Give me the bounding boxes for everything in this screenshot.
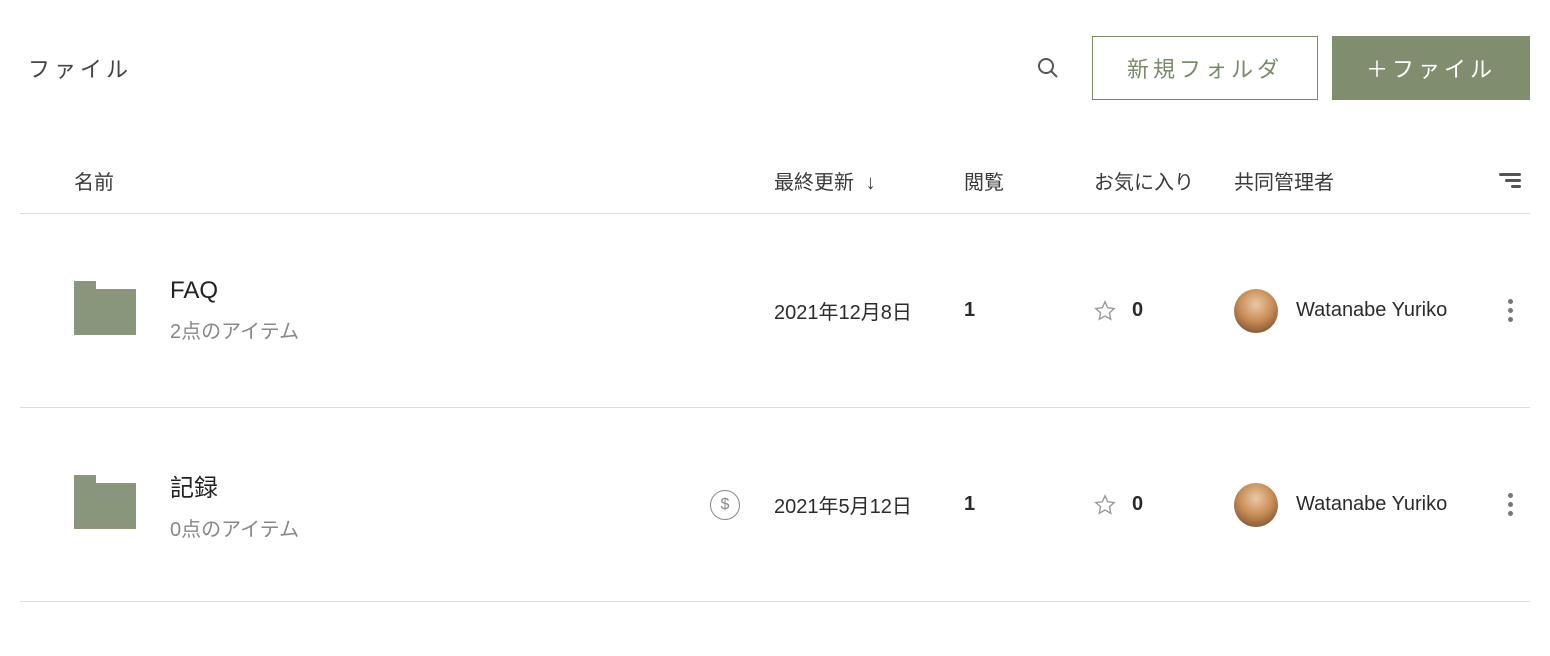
column-header-views[interactable]: 閲覧 — [964, 166, 1094, 195]
page-title: ファイル — [20, 52, 1028, 84]
sort-options-button[interactable] — [1490, 173, 1530, 188]
cell-owner: Watanabe Yuriko — [1234, 483, 1490, 527]
owner-name: Watanabe Yuriko — [1296, 299, 1447, 322]
item-subtitle: 0点のアイテム — [170, 513, 299, 542]
kebab-icon — [1508, 299, 1513, 322]
favorites-count: 0 — [1132, 299, 1143, 322]
column-header-updated[interactable]: 最終更新 ↓ — [774, 166, 964, 195]
sort-icon — [1499, 173, 1521, 188]
cell-owner: Watanabe Yuriko — [1234, 289, 1490, 333]
cell-name: FAQ 2点のアイテム — [74, 277, 774, 344]
search-button[interactable] — [1028, 48, 1068, 88]
table-row[interactable]: FAQ 2点のアイテム 2021年12月8日 1 0 Watanabe Yuri… — [20, 214, 1530, 408]
avatar — [1234, 483, 1278, 527]
kebab-icon — [1508, 493, 1513, 516]
dollar-badge-icon: $ — [710, 490, 740, 520]
favorites-count: 0 — [1132, 493, 1143, 516]
cell-updated: 2021年5月12日 — [774, 490, 964, 519]
cell-views: 1 — [964, 493, 1094, 516]
cell-name: 記録 0点のアイテム $ — [74, 468, 774, 542]
cell-views: 1 — [964, 299, 1094, 322]
search-icon — [1036, 56, 1060, 80]
star-outline-icon — [1094, 300, 1116, 322]
star-outline-icon — [1094, 494, 1116, 516]
folder-icon — [74, 287, 136, 335]
column-header-name[interactable]: 名前 — [74, 166, 774, 195]
table-row[interactable]: 記録 0点のアイテム $ 2021年5月12日 1 0 Watanabe Yur… — [20, 408, 1530, 602]
folder-icon — [74, 481, 136, 529]
column-header-updated-label: 最終更新 — [774, 172, 854, 194]
row-more-button[interactable] — [1490, 493, 1530, 516]
add-file-button[interactable]: ＋ファイル — [1332, 36, 1530, 100]
table-header: 名前 最終更新 ↓ 閲覧 お気に入り 共同管理者 — [20, 148, 1530, 214]
item-name: FAQ — [170, 277, 299, 305]
page-header: ファイル 新規フォルダ ＋ファイル — [20, 36, 1530, 100]
owner-name: Watanabe Yuriko — [1296, 493, 1447, 516]
cell-updated: 2021年12月8日 — [774, 296, 964, 325]
row-more-button[interactable] — [1490, 299, 1530, 322]
item-name: 記録 — [170, 468, 299, 503]
sort-arrow-down-icon: ↓ — [866, 172, 876, 194]
cell-favorites[interactable]: 0 — [1094, 299, 1234, 322]
column-header-favorites[interactable]: お気に入り — [1094, 166, 1234, 195]
new-folder-button[interactable]: 新規フォルダ — [1092, 36, 1318, 100]
column-header-owner[interactable]: 共同管理者 — [1234, 166, 1490, 195]
item-subtitle: 2点のアイテム — [170, 315, 299, 344]
cell-favorites[interactable]: 0 — [1094, 493, 1234, 516]
avatar — [1234, 289, 1278, 333]
